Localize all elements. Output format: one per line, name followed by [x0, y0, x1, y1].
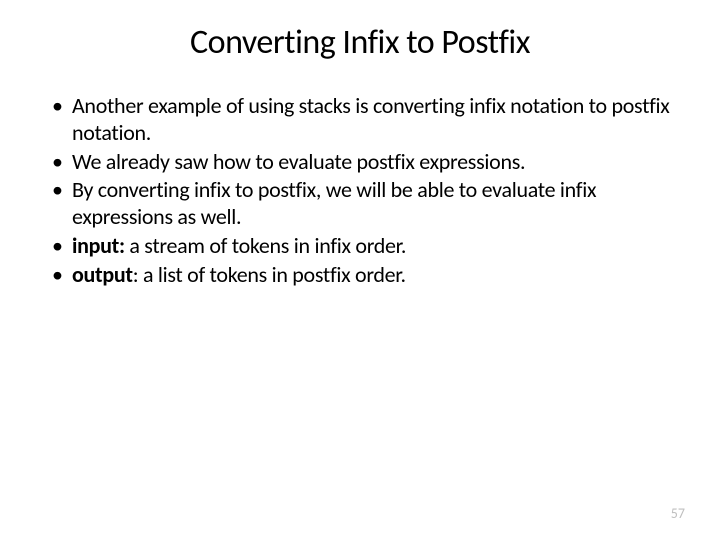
list-item: By converting infix to postfix, we will … — [50, 177, 670, 231]
page-number: 57 — [671, 505, 685, 522]
bullet-list: Another example of using stacks is conve… — [50, 93, 670, 289]
list-item: output: a list of tokens in postfix orde… — [50, 262, 670, 289]
bullet-text: By converting infix to postfix, we will … — [72, 176, 596, 230]
bullet-label: input: — [72, 232, 125, 259]
bullet-label: output — [72, 261, 133, 288]
bullet-text: a stream of tokens in infix order. — [125, 232, 406, 259]
slide-title: Converting Infix to Postfix — [0, 0, 720, 93]
bullet-text: : a list of tokens in postfix order. — [133, 261, 406, 288]
slide-content: Another example of using stacks is conve… — [0, 93, 720, 289]
bullet-text: We already saw how to evaluate postfix e… — [72, 148, 525, 175]
bullet-text: Another example of using stacks is conve… — [72, 92, 670, 146]
list-item: We already saw how to evaluate postfix e… — [50, 149, 670, 176]
list-item: input: a stream of tokens in infix order… — [50, 233, 670, 260]
list-item: Another example of using stacks is conve… — [50, 93, 670, 147]
